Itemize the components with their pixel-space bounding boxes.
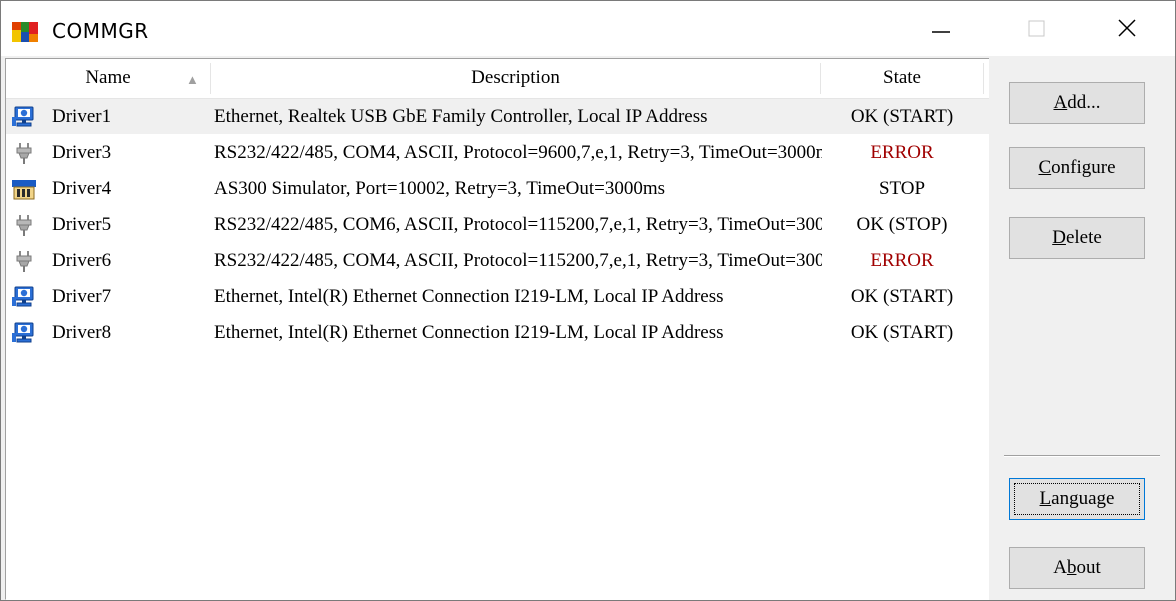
driver-list[interactable]: Name ▲ Description State Driver1 Ethernet…	[5, 58, 989, 600]
driver-state: STOP	[878, 178, 926, 199]
about-label-end: out	[1076, 557, 1101, 578]
language-label: anguage	[1051, 488, 1115, 509]
maximize-button[interactable]	[1007, 1, 1067, 56]
title-bar[interactable]: COMMGR	[1, 1, 1175, 56]
column-description-label: Description	[471, 67, 560, 88]
driver-name: Driver5	[52, 214, 112, 235]
serial-plug-icon	[12, 141, 36, 165]
sort-ascending-icon: ▲	[186, 72, 199, 87]
driver-state: ERROR	[870, 250, 934, 271]
table-row[interactable]: Driver4 AS300 Simulator, Port=10002, Retr…	[6, 171, 989, 206]
driver-name: Driver7	[52, 286, 112, 307]
serial-plug-icon	[12, 213, 36, 237]
driver-name: Driver3	[52, 142, 112, 163]
driver-name: Driver8	[52, 322, 112, 343]
ethernet-network-icon	[12, 105, 36, 129]
about-label-start: A	[1053, 557, 1067, 578]
driver-name: Driver4	[52, 178, 112, 199]
driver-state: OK (START)	[850, 286, 954, 307]
configure-button[interactable]: Configure	[1009, 147, 1145, 189]
driver-state: OK (STOP)	[856, 214, 948, 235]
table-row[interactable]: Driver6 RS232/422/485, COM4, ASCII, Proto…	[6, 243, 989, 278]
add-button[interactable]: Add...	[1009, 82, 1145, 124]
configure-label: onfigure	[1051, 157, 1116, 178]
button-divider	[1004, 455, 1160, 457]
table-row[interactable]: Driver7 Ethernet, Intel(R) Ethernet Conne…	[6, 279, 989, 314]
column-name-label: Name	[85, 67, 131, 88]
driver-description: RS232/422/485, COM4, ASCII, Protocol=960…	[214, 142, 822, 163]
driver-description: RS232/422/485, COM4, ASCII, Protocol=115…	[214, 250, 822, 271]
driver-state: OK (START)	[850, 106, 954, 127]
about-button[interactable]: About	[1009, 547, 1145, 589]
delete-label: elete	[1065, 227, 1102, 248]
commgr-window: COMMGR Name ▲ Description State Driver1 …	[0, 0, 1176, 601]
driver-state: OK (START)	[850, 322, 954, 343]
language-mnemonic: L	[1039, 488, 1052, 509]
driver-name: Driver1	[52, 106, 112, 127]
language-button[interactable]: Language	[1009, 478, 1145, 520]
add-label: dd...	[1067, 92, 1101, 113]
driver-state: ERROR	[870, 142, 934, 163]
column-header-description[interactable]: Description	[211, 59, 820, 98]
driver-description: AS300 Simulator, Port=10002, Retry=3, Ti…	[214, 178, 666, 199]
table-row[interactable]: Driver3 RS232/422/485, COM4, ASCII, Proto…	[6, 135, 989, 170]
configure-mnemonic: C	[1038, 157, 1052, 178]
column-state-label: State	[883, 67, 921, 88]
minimize-button[interactable]	[911, 1, 971, 56]
table-row[interactable]: Driver8 Ethernet, Intel(R) Ethernet Conne…	[6, 315, 989, 350]
delete-mnemonic: D	[1052, 227, 1066, 248]
driver-description: Ethernet, Realtek USB GbE Family Control…	[214, 106, 708, 127]
delete-button[interactable]: Delete	[1009, 217, 1145, 259]
commgr-app-icon	[12, 22, 38, 42]
minimize-icon	[932, 31, 950, 33]
close-icon	[1118, 19, 1136, 37]
ethernet-network-icon	[12, 285, 36, 309]
driver-description: RS232/422/485, COM6, ASCII, Protocol=115…	[214, 214, 822, 235]
add-mnemonic: A	[1053, 92, 1068, 113]
table-row[interactable]: Driver5 RS232/422/485, COM6, ASCII, Proto…	[6, 207, 989, 242]
simulator-icon	[12, 177, 36, 201]
ethernet-network-icon	[12, 321, 36, 345]
driver-description: Ethernet, Intel(R) Ethernet Connection I…	[214, 286, 724, 307]
close-button[interactable]	[1097, 1, 1157, 56]
maximize-icon	[1028, 20, 1045, 37]
driver-name: Driver6	[52, 250, 112, 271]
window-title: COMMGR	[52, 19, 149, 43]
list-header: Name ▲ Description State	[6, 59, 989, 99]
column-header-name[interactable]: Name	[6, 59, 210, 98]
column-separator[interactable]	[983, 63, 984, 94]
table-row[interactable]: Driver1 Ethernet, Realtek USB GbE Family …	[6, 99, 989, 134]
driver-description: Ethernet, Intel(R) Ethernet Connection I…	[214, 322, 724, 343]
column-header-state[interactable]: State	[821, 59, 983, 98]
serial-plug-icon	[12, 249, 36, 273]
